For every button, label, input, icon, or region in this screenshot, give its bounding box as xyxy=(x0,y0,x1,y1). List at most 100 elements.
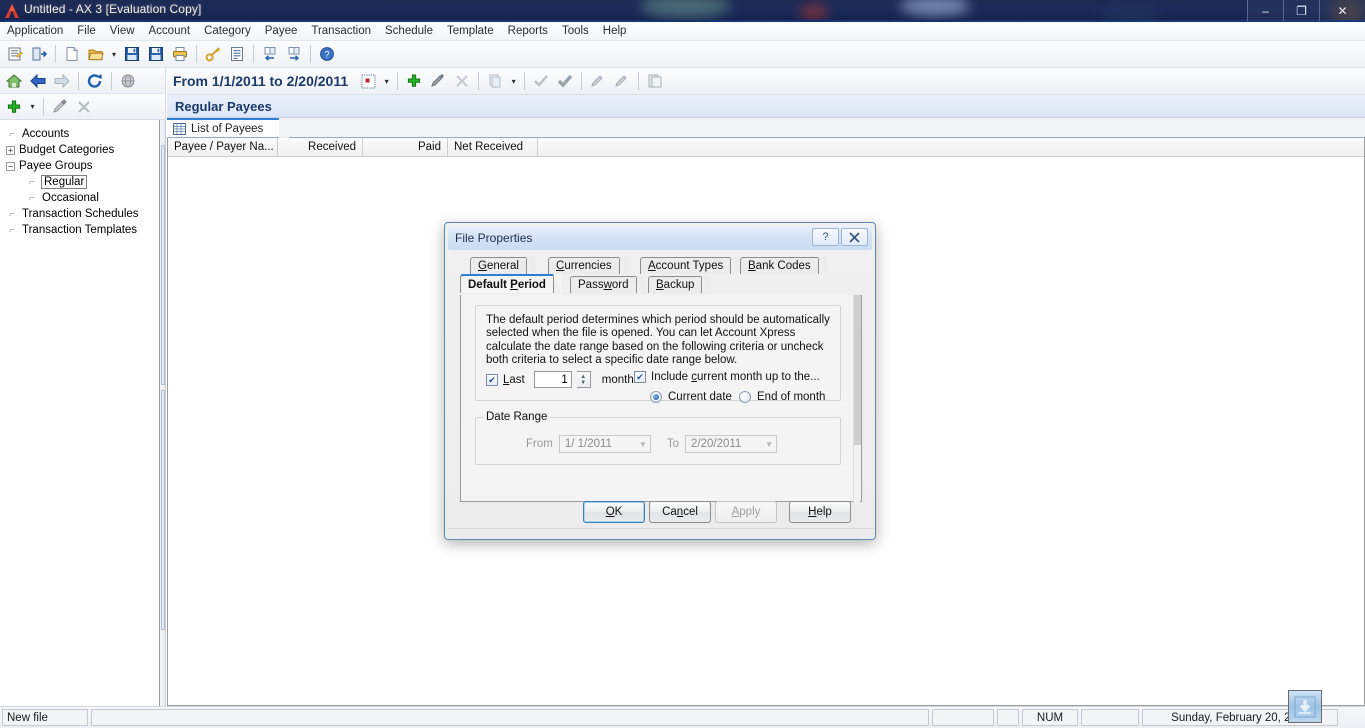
panel-splitter[interactable] xyxy=(160,120,166,706)
to-date-combo[interactable]: 2/20/2011 ▼ xyxy=(685,435,777,453)
back-icon[interactable] xyxy=(26,70,50,92)
duplicate-icon[interactable] xyxy=(483,70,507,92)
last-value-spinner[interactable]: ▲ ▼ xyxy=(577,371,591,388)
document-tab-strip: List of Payees xyxy=(167,118,1365,138)
menu-item-account[interactable]: Account xyxy=(142,23,198,39)
home-icon[interactable] xyxy=(2,70,26,92)
new-transaction-icon[interactable] xyxy=(402,70,426,92)
column-header-paid[interactable]: Paid xyxy=(363,138,448,157)
edit-icon[interactable] xyxy=(48,96,72,118)
tab-currencies[interactable]: Currencies xyxy=(548,257,620,274)
sidebar-item-regular[interactable]: ⌐ Regular xyxy=(0,174,159,190)
criteria-group: The default period determines which peri… xyxy=(475,305,841,401)
menu-item-payee[interactable]: Payee xyxy=(258,23,305,39)
open-file-icon[interactable] xyxy=(84,43,108,65)
current-date-radio[interactable] xyxy=(650,391,662,403)
save-as-icon[interactable] xyxy=(144,43,168,65)
minimize-button[interactable]: – xyxy=(1247,0,1283,21)
calendar-icon[interactable] xyxy=(356,70,380,92)
save-icon[interactable] xyxy=(120,43,144,65)
panel-scrollbar-thumb[interactable] xyxy=(854,295,861,445)
sidebar-item-budget-categories[interactable]: + Budget Categories xyxy=(0,142,159,158)
current-date-radio-row[interactable]: Current date xyxy=(650,391,732,403)
item-actions-toolbar: ▾ xyxy=(0,94,166,120)
menu-item-tools[interactable]: Tools xyxy=(555,23,596,39)
menu-item-application[interactable]: Application xyxy=(0,23,70,39)
expander-plus-icon[interactable]: + xyxy=(6,146,15,155)
mark-icon[interactable] xyxy=(586,70,610,92)
cancel-button[interactable]: Cancel xyxy=(649,501,711,523)
unmark-icon[interactable] xyxy=(610,70,634,92)
download-arrow-icon[interactable] xyxy=(1288,690,1322,723)
add-icon[interactable] xyxy=(2,96,26,118)
last-checkbox[interactable] xyxy=(486,374,498,386)
menu-item-help[interactable]: Help xyxy=(596,23,634,39)
expander-minus-icon[interactable]: − xyxy=(6,162,15,171)
tab-password[interactable]: Password xyxy=(570,276,637,293)
sidebar-item-occasional[interactable]: ⌐ Occasional xyxy=(0,190,159,206)
menu-item-category[interactable]: Category xyxy=(197,23,258,39)
tab-general[interactable]: General xyxy=(470,257,527,274)
sidebar-item-transaction-schedules[interactable]: ⌐ Transaction Schedules xyxy=(0,206,159,222)
tab-slant xyxy=(701,276,710,294)
column-header-payee-name[interactable]: Payee / Payer Na... xyxy=(168,138,278,157)
sidebar-item-transaction-templates[interactable]: ⌐ Transaction Templates xyxy=(0,222,159,238)
close-button[interactable]: ✕ xyxy=(1319,0,1365,21)
sidebar-item-accounts[interactable]: ⌐ Accounts xyxy=(0,126,159,142)
tree-line: ⌐ xyxy=(26,177,38,188)
last-value-input[interactable]: 1 xyxy=(534,371,572,388)
forward-icon[interactable] xyxy=(50,70,74,92)
maximize-button[interactable]: ❐ xyxy=(1283,0,1319,21)
column-header-net-received[interactable]: Net Received xyxy=(448,138,538,157)
report-icon[interactable] xyxy=(225,43,249,65)
refresh-icon[interactable] xyxy=(83,70,107,92)
export-icon[interactable] xyxy=(282,43,306,65)
open-dropdown-icon[interactable]: ▾ xyxy=(108,43,120,65)
help-button[interactable]: Help xyxy=(789,501,851,523)
menu-item-template[interactable]: Template xyxy=(440,23,501,39)
ok-button[interactable]: OK xyxy=(583,501,645,523)
spinner-down-icon[interactable]: ▼ xyxy=(580,380,586,386)
panel-scrollbar[interactable] xyxy=(853,295,860,502)
splitter-grip[interactable] xyxy=(161,145,165,385)
menu-item-file[interactable]: File xyxy=(70,23,103,39)
new-file-icon[interactable] xyxy=(60,43,84,65)
tab-bank-codes[interactable]: Bank Codes xyxy=(740,257,819,274)
delete-transaction-icon[interactable] xyxy=(450,70,474,92)
tab-accel: P xyxy=(510,279,518,291)
to-label: To xyxy=(667,438,679,450)
edit-transaction-icon[interactable] xyxy=(426,70,450,92)
calendar-dropdown-icon[interactable]: ▾ xyxy=(380,70,393,92)
dialog-help-button[interactable]: ? xyxy=(812,228,839,246)
menu-item-schedule[interactable]: Schedule xyxy=(378,23,440,39)
tab-list-of-payees[interactable]: List of Payees xyxy=(167,118,279,137)
tab-default-period[interactable]: Default Period xyxy=(460,274,554,293)
tab-account-types[interactable]: Account Types xyxy=(640,257,731,274)
properties-icon[interactable] xyxy=(3,43,27,65)
end-of-month-radio[interactable] xyxy=(739,391,751,403)
duplicate-dropdown-icon[interactable]: ▾ xyxy=(507,70,520,92)
import-icon[interactable] xyxy=(258,43,282,65)
reconcile-all-icon[interactable] xyxy=(553,70,577,92)
splitter-grip[interactable] xyxy=(161,390,165,630)
dialog-close-button[interactable] xyxy=(841,228,868,246)
reconcile-icon[interactable] xyxy=(529,70,553,92)
tab-backup[interactable]: Backup xyxy=(648,276,702,293)
globe-icon[interactable] xyxy=(116,70,140,92)
column-header-received[interactable]: Received xyxy=(278,138,363,157)
include-current-month-checkbox[interactable] xyxy=(634,371,646,383)
menu-item-transaction[interactable]: Transaction xyxy=(304,23,378,39)
sidebar-item-payee-groups[interactable]: − Payee Groups xyxy=(0,158,159,174)
from-date-combo[interactable]: 1/ 1/2011 ▼ xyxy=(559,435,651,453)
exit-icon[interactable] xyxy=(27,43,51,65)
delete-icon[interactable] xyxy=(72,96,96,118)
add-dropdown-icon[interactable]: ▾ xyxy=(26,96,39,118)
dialog-title-buttons: ? xyxy=(810,228,868,246)
find-icon[interactable] xyxy=(201,43,225,65)
end-of-month-radio-row[interactable]: End of month xyxy=(739,391,825,403)
menu-item-reports[interactable]: Reports xyxy=(501,23,555,39)
paste-icon[interactable] xyxy=(643,70,667,92)
menu-item-view[interactable]: View xyxy=(103,23,142,39)
print-icon[interactable] xyxy=(168,43,192,65)
help-icon[interactable]: ? xyxy=(315,43,339,65)
